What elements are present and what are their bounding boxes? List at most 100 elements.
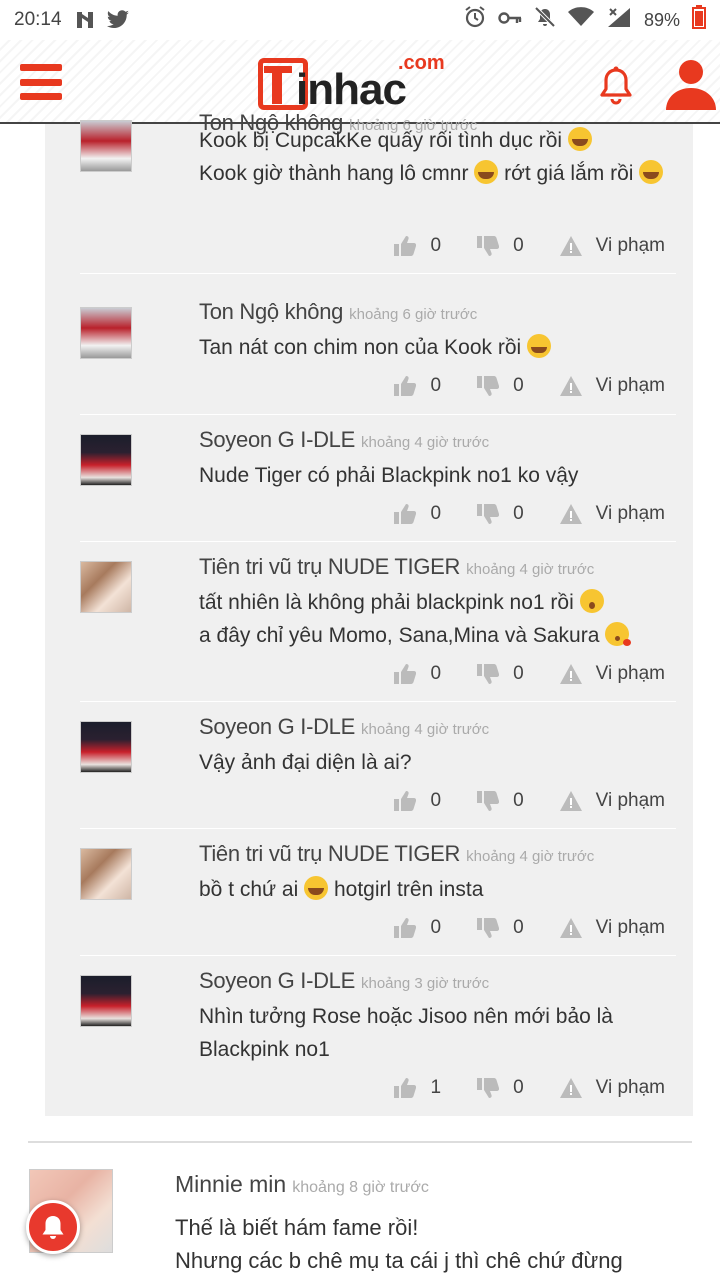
status-time: 20:14: [14, 9, 62, 30]
reply-actions: 0 0 Vi phạm: [394, 503, 665, 525]
thumbs-down-icon: [477, 791, 500, 811]
reply-time: khoảng 6 giờ trước: [349, 306, 478, 323]
comment-author[interactable]: Minnie min: [175, 1171, 286, 1197]
reply-author[interactable]: Soyeon G I-DLE: [199, 714, 355, 739]
thumbs-up-icon: [394, 918, 417, 938]
reply-actions: 0 0 Vi phạm: [394, 917, 665, 939]
reply-text: Nude Tiger có phải Blackpink no1 ko vậy: [199, 464, 579, 487]
bell-icon: [42, 1216, 64, 1239]
thumbs-up-icon: [394, 791, 417, 811]
warning-icon: [559, 1078, 582, 1098]
warning-icon: [559, 236, 582, 256]
logo-domain: .com: [398, 52, 445, 74]
surprised-emoji-icon: [579, 589, 604, 613]
status-bar: 20:14 89%: [0, 0, 720, 40]
comment-item: Minnie min khoảng 8 giờ trước Thế là biết…: [0, 1143, 720, 1280]
reply-item: Soyeon G I-DLE khoảng 3 giờ trước Nhìn tư…: [80, 956, 676, 1116]
comment-time: khoảng 8 giờ trước: [292, 1179, 429, 1196]
report-button[interactable]: Vi phạm: [559, 235, 665, 257]
laughing-emoji-icon: [304, 876, 329, 900]
reply-actions: 0 0 Vi phạm: [394, 235, 665, 257]
wifi-icon: [567, 7, 594, 33]
replies-thread: Ton Ngộ không khoảng 6 giờ trước Kook bị …: [45, 110, 693, 1116]
avatar[interactable]: [80, 434, 132, 486]
reply-actions: 0 0 Vi phạm: [394, 790, 665, 812]
reply-text: Tan nát con chim non của Kook rồi: [199, 331, 669, 364]
report-button[interactable]: Vi phạm: [559, 663, 665, 685]
reply-item: Ton Ngộ không khoảng 6 giờ trước Kook bị …: [80, 110, 676, 274]
signal-icon: [606, 6, 632, 34]
logo-text: inhac: [296, 65, 407, 114]
like-button[interactable]: 0: [394, 790, 441, 812]
like-button[interactable]: 0: [394, 235, 441, 257]
report-button[interactable]: Vi phạm: [559, 375, 665, 397]
laughing-emoji-icon: [639, 160, 664, 184]
thumbs-down-icon: [477, 504, 500, 524]
thumbs-up-icon: [394, 664, 417, 684]
thumbs-down-icon: [477, 918, 500, 938]
reply-text: bồ t chứ ai hotgirl trên insta: [199, 876, 484, 901]
like-button[interactable]: 0: [394, 663, 441, 685]
reply-text: tất nhiên là không phải blackpink no1 rồ…: [199, 586, 669, 652]
reply-actions: 1 0 Vi phạm: [394, 1077, 665, 1099]
thumbs-down-icon: [477, 236, 500, 256]
warning-icon: [559, 664, 582, 684]
warning-icon: [559, 791, 582, 811]
report-button[interactable]: Vi phạm: [559, 503, 665, 525]
notification-app-icon: [76, 10, 94, 30]
reply-text: Nhìn tưởng Rose hoặc Jisoo nên mới bảo l…: [199, 1005, 613, 1061]
reply-time: khoảng 3 giờ trước: [361, 975, 490, 992]
battery-percent: 89%: [643, 9, 680, 30]
reply-author[interactable]: Tiên tri vũ trụ NUDE TIGER: [199, 841, 460, 866]
bell-icon[interactable]: [598, 66, 634, 106]
site-logo[interactable]: inhac .com: [258, 52, 463, 114]
reply-author[interactable]: Ton Ngộ không: [199, 299, 343, 324]
report-button[interactable]: Vi phạm: [559, 917, 665, 939]
reply-text: Vậy ảnh đại diện là ai?: [199, 751, 412, 774]
reply-item: Tiên tri vũ trụ NUDE TIGER khoảng 4 giờ t…: [80, 829, 676, 956]
kissing-emoji-icon: [605, 622, 632, 646]
avatar[interactable]: [80, 561, 132, 613]
like-button[interactable]: 0: [394, 917, 441, 939]
dislike-button[interactable]: 0: [477, 1077, 524, 1099]
report-button[interactable]: Vi phạm: [559, 790, 665, 812]
hamburger-icon[interactable]: [20, 64, 62, 100]
crying-emoji-icon: [527, 334, 552, 358]
report-button[interactable]: Vi phạm: [559, 1077, 665, 1099]
reply-item: Soyeon G I-DLE khoảng 4 giờ trước Vậy ảnh…: [80, 702, 676, 829]
comment-text: Thế là biết hám fame rồi! Nhưng các b ch…: [175, 1215, 623, 1273]
user-icon[interactable]: [664, 58, 718, 110]
reply-item: Ton Ngộ không khoảng 6 giờ trước Tan nát …: [80, 287, 676, 415]
dislike-button[interactable]: 0: [477, 503, 524, 525]
reply-author[interactable]: Soyeon G I-DLE: [199, 427, 355, 452]
dislike-button[interactable]: 0: [477, 375, 524, 397]
avatar[interactable]: [80, 721, 132, 773]
warning-icon: [559, 376, 582, 396]
avatar[interactable]: [80, 120, 132, 172]
dislike-button[interactable]: 0: [477, 917, 524, 939]
mute-icon: [534, 6, 556, 34]
reply-item: Tiên tri vũ trụ NUDE TIGER khoảng 4 giờ t…: [80, 542, 676, 702]
dislike-button[interactable]: 0: [477, 663, 524, 685]
twitter-icon: [106, 10, 130, 30]
thumbs-up-icon: [394, 376, 417, 396]
thumbs-up-icon: [394, 236, 417, 256]
reply-author[interactable]: Soyeon G I-DLE: [199, 968, 355, 993]
avatar[interactable]: [80, 848, 132, 900]
thumbs-down-icon: [477, 1078, 500, 1098]
key-icon: [498, 9, 522, 31]
avatar[interactable]: [80, 307, 132, 359]
reply-author[interactable]: Tiên tri vũ trụ NUDE TIGER: [199, 554, 460, 579]
reply-time: khoảng 4 giờ trước: [361, 721, 490, 738]
push-notification-button[interactable]: [26, 1200, 80, 1254]
like-button[interactable]: 0: [394, 375, 441, 397]
like-button[interactable]: 0: [394, 503, 441, 525]
warning-icon: [559, 918, 582, 938]
dislike-button[interactable]: 0: [477, 790, 524, 812]
reply-time: khoảng 4 giờ trước: [466, 561, 595, 578]
like-button[interactable]: 1: [394, 1077, 441, 1099]
reply-actions: 0 0 Vi phạm: [394, 663, 665, 685]
dislike-button[interactable]: 0: [477, 235, 524, 257]
avatar[interactable]: [80, 975, 132, 1027]
reply-time: khoảng 4 giờ trước: [361, 434, 490, 451]
